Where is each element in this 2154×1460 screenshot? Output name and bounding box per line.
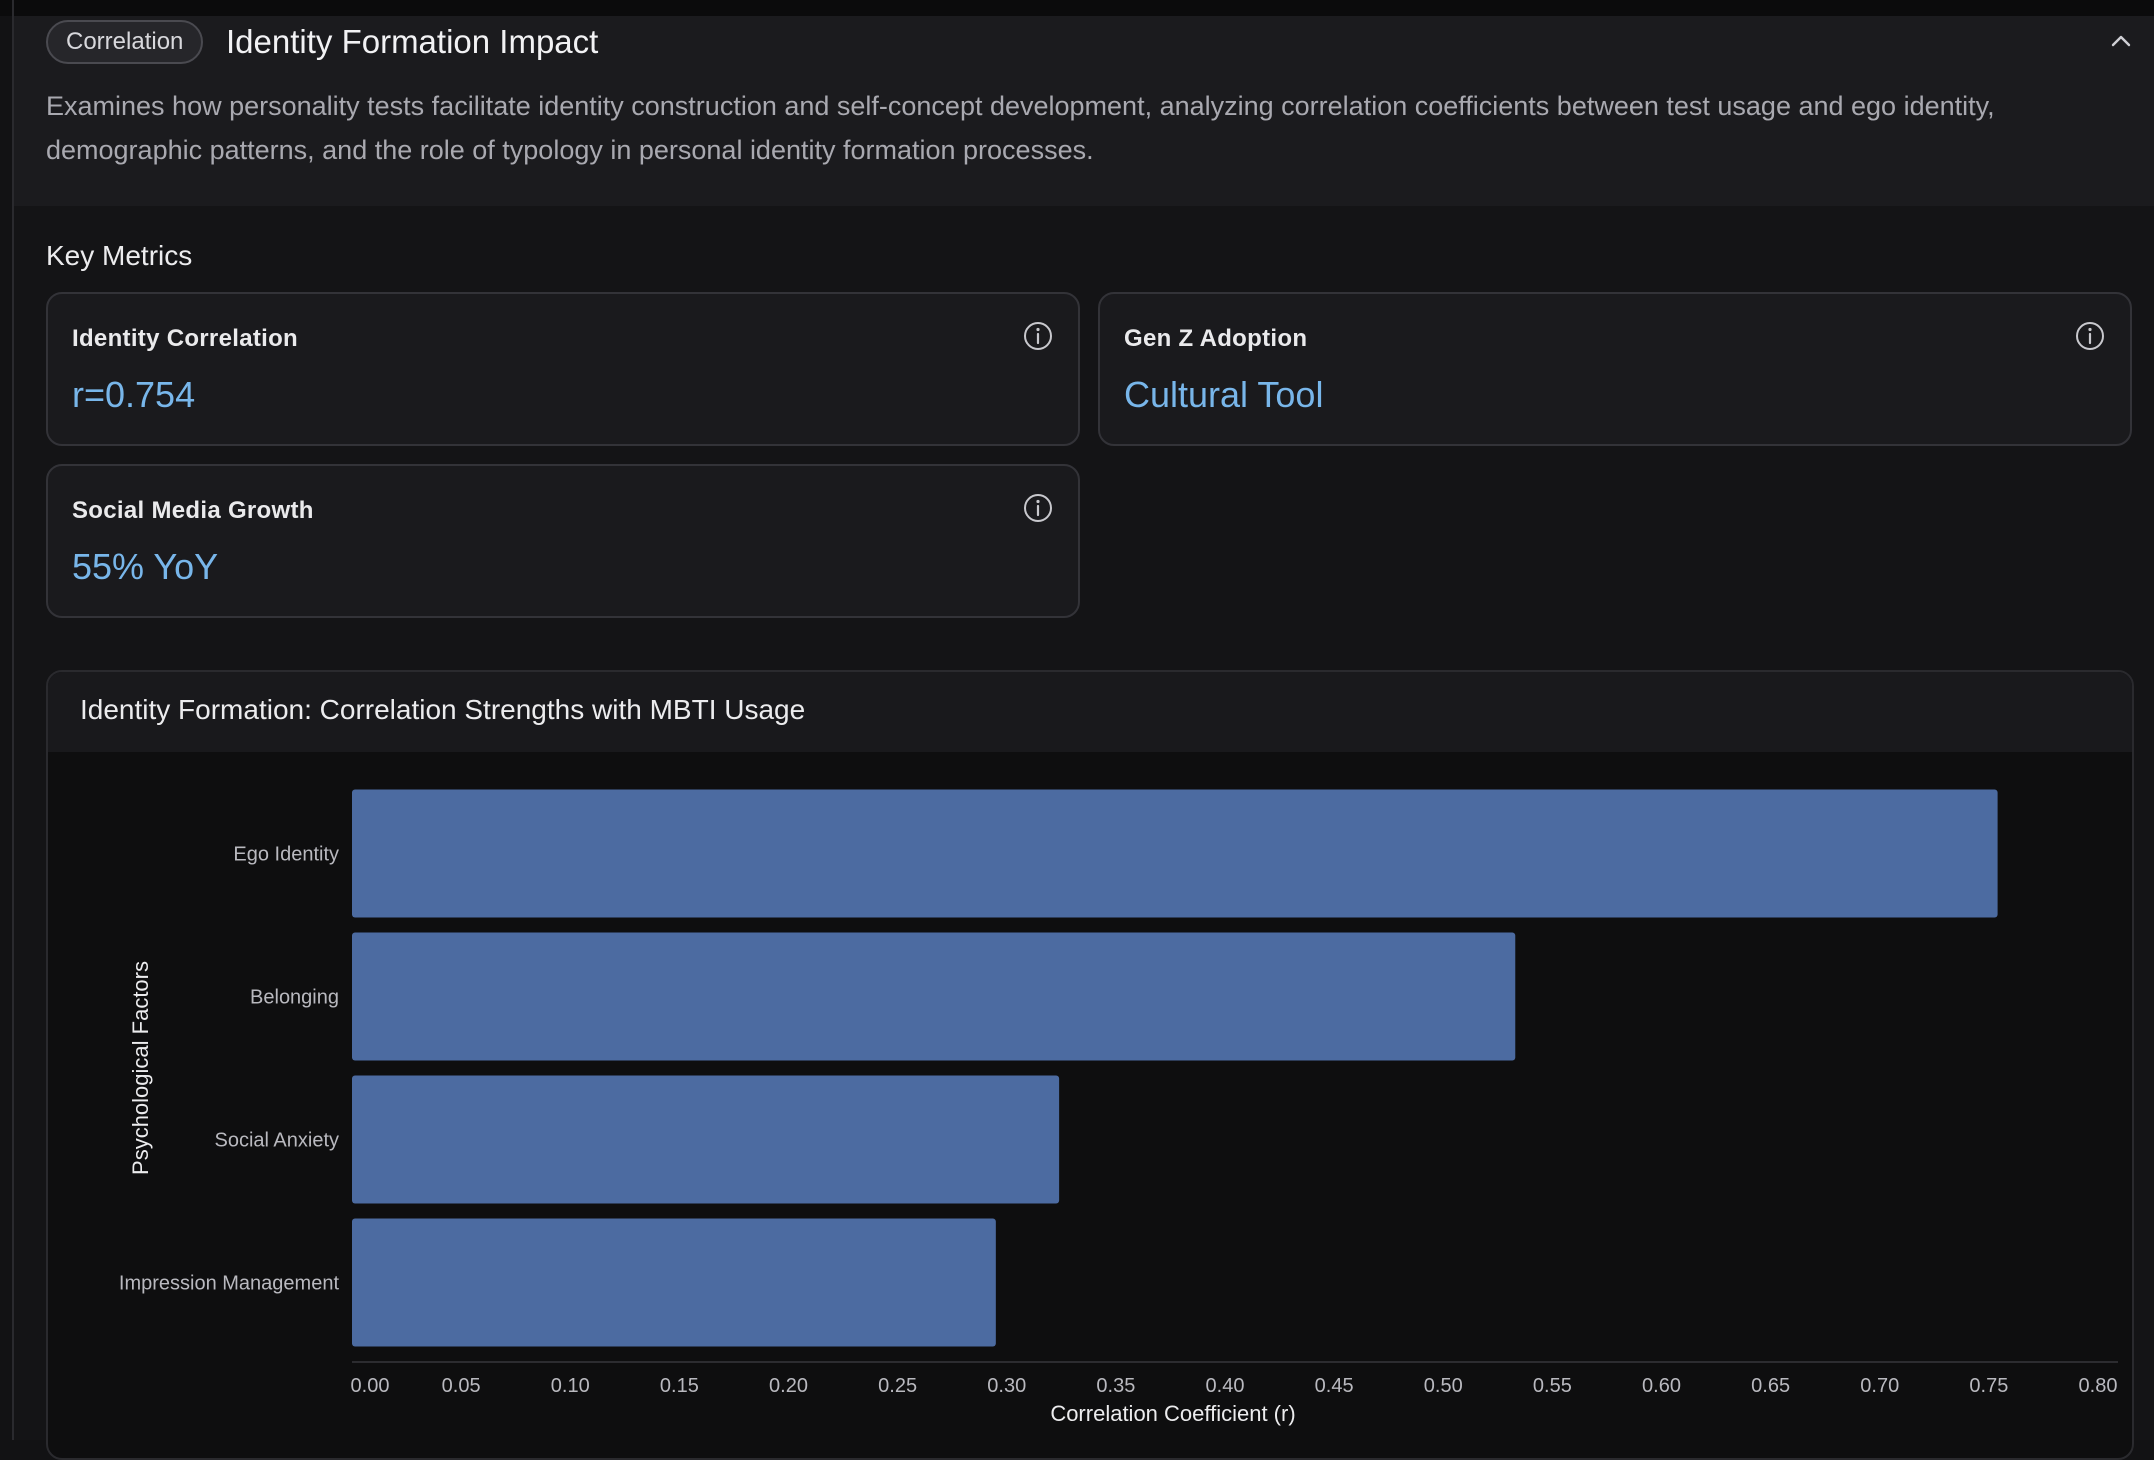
bar-ego-identity <box>352 789 1998 918</box>
panel-description: Examines how personality tests facilitat… <box>46 91 1995 165</box>
metric-card-gen-z-adoption: Gen Z Adoption Cultural Tool <box>1098 292 2132 446</box>
y-axis-title: Psychological Factors <box>128 961 153 1175</box>
y-tick-label: Ego Identity <box>233 844 339 866</box>
chevron-up-icon[interactable] <box>2108 30 2134 52</box>
panel-title: Identity Formation Impact <box>226 23 599 60</box>
x-tick-label: 0.40 <box>1206 1375 1245 1397</box>
metric-label: Gen Z Adoption <box>1124 325 1308 352</box>
bar-chart: Ego Identity Belonging Social Anxiety Impre… <box>119 789 2118 1426</box>
y-tick-label: Belonging <box>250 987 339 1009</box>
x-tick-label: 0.35 <box>1096 1375 1135 1397</box>
info-icon[interactable] <box>1022 320 1054 352</box>
panel-header[interactable]: Correlation Identity Formation Impact Ex… <box>14 16 2154 206</box>
x-tick-label: 0.75 <box>1969 1375 2008 1397</box>
metric-label: Identity Correlation <box>72 325 299 352</box>
x-tick-label: 0.65 <box>1751 1375 1790 1397</box>
x-tick-label: 0.45 <box>1315 1375 1354 1397</box>
x-tick-label: 0.20 <box>769 1375 808 1397</box>
metric-value: r=0.754 <box>72 374 196 415</box>
x-tick-label: 0.15 <box>660 1375 699 1397</box>
chart-card: Identity Formation: Correlation Strength… <box>46 670 2134 1460</box>
x-tick-label: 0.05 <box>442 1375 481 1397</box>
bar-belonging <box>352 932 1516 1061</box>
y-tick-label: Social Anxiety <box>214 1130 339 1152</box>
analysis-panel: Correlation Identity Formation Impact Ex… <box>14 16 2154 1460</box>
key-metrics-heading: Key Metrics <box>46 240 193 271</box>
info-icon[interactable] <box>2074 320 2106 352</box>
y-tick-label: Impression Management <box>119 1273 340 1295</box>
x-tick-label: 0.80 <box>2079 1375 2118 1397</box>
metric-value: Cultural Tool <box>1124 374 1324 415</box>
metric-card-social-media-growth: Social Media Growth 55% YoY <box>46 464 1080 618</box>
x-tick-label: 0.50 <box>1424 1375 1463 1397</box>
x-tick-label: 0.00 <box>351 1375 390 1397</box>
x-tick-label: 0.70 <box>1860 1375 1899 1397</box>
x-tick-label: 0.30 <box>987 1375 1026 1397</box>
x-tick-label: 0.10 <box>551 1375 590 1397</box>
chart-header: Identity Formation: Correlation Strength… <box>48 672 2132 752</box>
info-icon[interactable] <box>1022 492 1054 524</box>
x-tick-label: 0.55 <box>1533 1375 1572 1397</box>
bar-impression-management <box>352 1218 996 1347</box>
window-top-strip <box>0 0 2154 16</box>
metric-card-identity-correlation: Identity Correlation r=0.754 <box>46 292 1080 446</box>
metric-label: Social Media Growth <box>72 497 314 524</box>
x-axis-title: Correlation Coefficient (r) <box>1050 1401 1295 1426</box>
category-badge: Correlation <box>46 20 204 64</box>
bar-social-anxiety <box>352 1075 1060 1204</box>
metric-value: 55% YoY <box>72 546 219 587</box>
x-tick-label: 0.60 <box>1642 1375 1681 1397</box>
chart-title: Identity Formation: Correlation Strength… <box>80 694 806 725</box>
x-tick-label: 0.25 <box>878 1375 917 1397</box>
